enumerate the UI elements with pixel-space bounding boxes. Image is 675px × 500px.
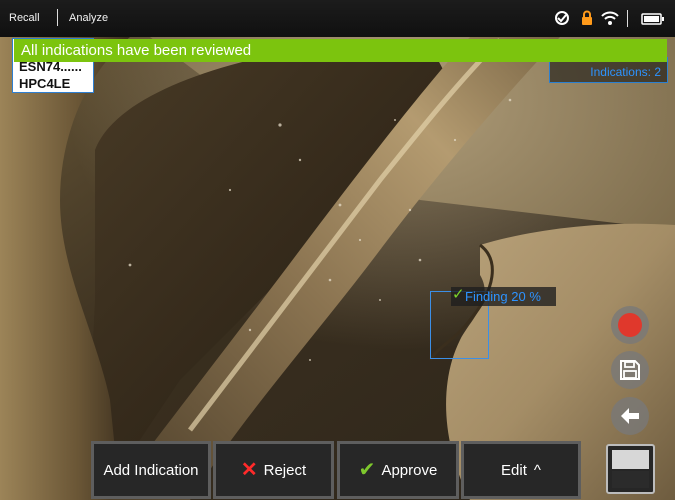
borescope-inspection-screen: Recall Analyze Indications: 2 ESN74.....… bbox=[0, 0, 675, 500]
lock-icon bbox=[581, 10, 593, 31]
review-complete-banner: All indications have been reviewed bbox=[14, 39, 667, 62]
screen-layout-lower-pane bbox=[612, 471, 649, 488]
indications-count-label: Indications: 2 bbox=[590, 65, 661, 79]
add-indication-button[interactable]: Add Indication bbox=[91, 441, 211, 499]
record-icon bbox=[618, 313, 642, 337]
measure-gauge-icon bbox=[553, 10, 571, 31]
wifi-icon bbox=[601, 10, 619, 31]
edit-label: Edit bbox=[501, 461, 527, 479]
reject-label: Reject bbox=[263, 461, 307, 479]
reject-x-icon: ✕ bbox=[240, 459, 258, 481]
engine-module-line: HPC4LE bbox=[19, 76, 71, 91]
finding-label[interactable]: ✓ Finding 20 % bbox=[451, 286, 556, 306]
add-indication-label: Add Indication bbox=[103, 461, 199, 479]
approve-button[interactable]: ✔ Approve bbox=[337, 441, 459, 499]
mode-divider bbox=[57, 9, 58, 26]
battery-icon bbox=[641, 12, 665, 30]
finding-approved-check-icon: ✓ bbox=[452, 286, 465, 303]
save-icon bbox=[620, 360, 640, 380]
top-status-bar: Recall Analyze bbox=[0, 0, 675, 37]
edit-button[interactable]: Edit ^ bbox=[461, 441, 581, 499]
save-button[interactable] bbox=[611, 351, 649, 389]
screen-layout-button[interactable] bbox=[606, 444, 655, 494]
back-button[interactable] bbox=[611, 397, 649, 435]
reject-button[interactable]: ✕ Reject bbox=[213, 441, 334, 499]
analyze-tab[interactable]: Analyze bbox=[69, 12, 108, 24]
finding-label-text: Finding 20 % bbox=[465, 289, 541, 304]
back-arrow-icon bbox=[621, 408, 639, 424]
status-divider bbox=[627, 10, 628, 27]
record-button[interactable] bbox=[611, 306, 649, 344]
recall-tab[interactable]: Recall bbox=[9, 12, 40, 24]
banner-message: All indications have been reviewed bbox=[21, 42, 252, 59]
chevron-up-icon: ^ bbox=[533, 461, 541, 479]
screen-layout-icon bbox=[612, 450, 649, 469]
approve-label: Approve bbox=[381, 461, 438, 479]
approve-check-icon: ✔ bbox=[358, 459, 376, 481]
